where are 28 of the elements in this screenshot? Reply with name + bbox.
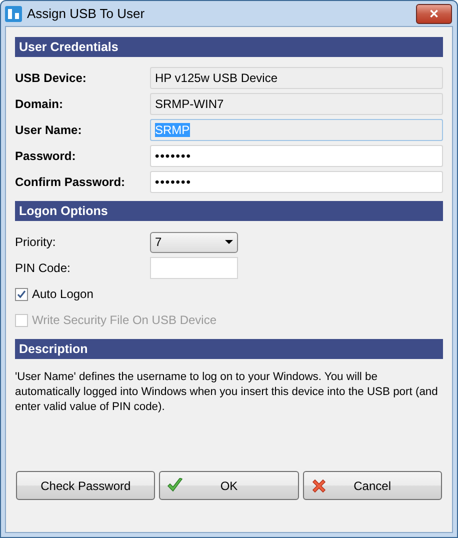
field-label: USB Device: — [15, 71, 88, 85]
pin-field[interactable] — [150, 257, 238, 279]
field-label: Confirm Password: — [15, 175, 126, 189]
usb-app-icon — [5, 5, 22, 22]
priority-dropdown[interactable]: 7 — [150, 232, 238, 252]
text-field[interactable]: ••••••• — [150, 145, 443, 167]
description-text: 'User Name' defines the username to log on to your Windows. You will be automatically logged into Windows when you insert this device into the USB port (and enter valid value of PIN code). — [15, 370, 439, 415]
field-label: User Name: — [15, 123, 83, 137]
text-field[interactable]: ••••••• — [150, 171, 443, 193]
caret-icon — [225, 240, 233, 244]
cross-icon — [310, 478, 327, 494]
section-header: Description — [15, 339, 443, 359]
window-title: Assign USB To User — [27, 6, 146, 21]
section-header: User Credentials — [15, 37, 443, 57]
text-field[interactable]: SRMP-WIN7 — [150, 93, 443, 115]
field-label: PIN Code: — [15, 261, 72, 275]
field-label: Priority: — [15, 235, 57, 249]
checkbox-label[interactable]: Auto Logon — [32, 287, 94, 301]
section-header: Logon Options — [15, 201, 443, 221]
ok-button[interactable]: OK — [159, 471, 299, 500]
field-label: Password: — [15, 149, 77, 163]
checkbox[interactable] — [15, 288, 28, 300]
checkmark-icon — [167, 478, 184, 493]
check-password-button[interactable]: Check Password — [16, 471, 156, 500]
text-field[interactable]: HP v125w USB Device — [150, 67, 443, 89]
field-label: Domain: — [15, 97, 64, 111]
close-button[interactable]: ✕ — [416, 4, 452, 24]
cancel-button[interactable]: Cancel — [302, 471, 442, 500]
